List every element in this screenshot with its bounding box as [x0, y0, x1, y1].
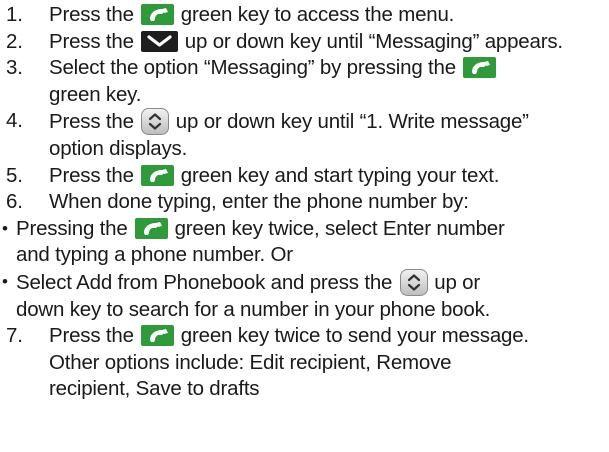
call-green-key-icon	[141, 4, 175, 25]
step-1: 1. Press the green key to access the men…	[0, 2, 609, 29]
bullet-marker: •	[2, 218, 8, 238]
step-text-continued: green key.	[49, 82, 142, 106]
step-4: 4. Press the up or down key until “1. Wr…	[0, 108, 609, 162]
up-down-navigation-key-icon	[399, 268, 428, 296]
step-text: Press the	[49, 110, 134, 134]
call-green-key-icon	[463, 57, 497, 79]
step-text-continued: Other options include: Edit recipient, R…	[49, 350, 452, 374]
step-text: Press the	[49, 324, 134, 348]
step-2: 2. Press the up or down key until “Messa…	[0, 29, 609, 56]
step-text: When done typing, enter the phone number…	[49, 190, 469, 214]
step-number: 2.	[6, 29, 23, 53]
step-text: green key and start typing your text.	[180, 163, 500, 187]
step-text: Press the	[49, 29, 134, 53]
step-number: 5.	[6, 163, 23, 187]
step-number: 1.	[6, 3, 23, 26]
step-text: up or down key until “Messaging” appears…	[184, 29, 563, 53]
bullet-text: up or	[434, 270, 480, 294]
step-6: 6. When done typing, enter the phone num…	[0, 189, 609, 216]
bullet-text-continued: and typing a phone number. Or	[16, 243, 293, 267]
step-text: Press the	[49, 3, 134, 26]
bullet-text: green key twice, select Enter number	[174, 216, 505, 240]
step-number: 6.	[6, 190, 23, 214]
step-number: 7.	[6, 324, 23, 348]
up-down-navigation-key-icon	[141, 108, 170, 136]
down-arrow-key-icon	[141, 30, 179, 52]
step-text: up or down key until “1. Write message”	[175, 110, 529, 134]
step-number: 4.	[6, 109, 23, 133]
step-text: green key to access the menu.	[180, 3, 455, 26]
call-green-key-icon	[135, 217, 169, 239]
bullet-text: Pressing the	[16, 216, 128, 240]
step-text: Select the option “Messaging” by pressin…	[49, 56, 456, 80]
call-green-key-icon	[141, 164, 175, 186]
step-text: Press the	[49, 163, 134, 187]
step-text-continued: option displays.	[49, 136, 188, 160]
step-text: green key twice to send your message.	[180, 324, 529, 348]
bullet-text-continued: down key to search for a number in your …	[16, 297, 491, 321]
step-5: 5. Press the green key and start typing …	[0, 163, 609, 190]
step-3: 3. Select the option “Messaging” by pres…	[0, 55, 609, 108]
bullet-2: • Select Add from Phonebook and press th…	[0, 268, 609, 323]
step-text-continued: recipient, Save to drafts	[49, 377, 260, 401]
bullet-1: • Pressing the green key twice, select E…	[0, 216, 609, 269]
call-green-key-icon	[141, 325, 175, 347]
bullet-marker: •	[2, 271, 8, 291]
bullet-text: Select Add from Phonebook and press the	[16, 270, 393, 294]
step-number: 3.	[6, 56, 23, 80]
instructions-document: 1. Press the green key to access the men…	[0, 0, 609, 452]
step-7: 7. Press the green key twice to send you…	[0, 323, 609, 403]
